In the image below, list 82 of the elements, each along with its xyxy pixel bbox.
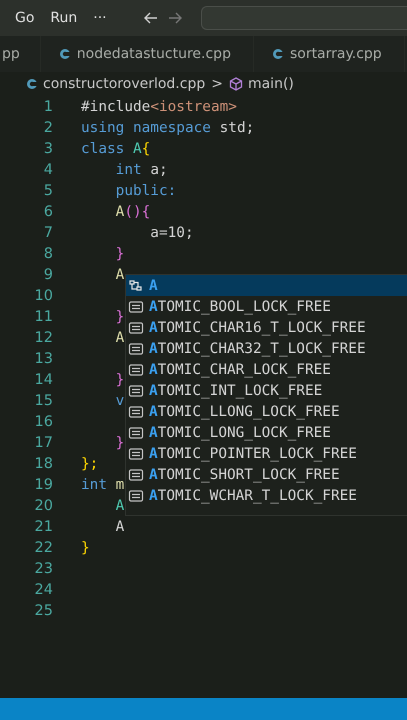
line-number: 9: [42, 266, 53, 282]
cube-icon: [228, 77, 243, 91]
line-number: 16: [34, 414, 53, 430]
code-line: class A{: [81, 140, 150, 156]
cpp-file-icon: [272, 48, 284, 60]
code-line: A: [114, 498, 124, 514]
cpp-file-icon: [26, 78, 38, 90]
class-icon: [128, 278, 144, 294]
constant-icon: [128, 382, 144, 398]
code-line: }: [114, 372, 124, 388]
line-number: 14: [34, 372, 53, 388]
line-number: 15: [34, 392, 53, 408]
line-number: 19: [34, 476, 53, 492]
constant-icon: [128, 466, 144, 482]
line-number: 7: [42, 224, 53, 240]
cpp-file-icon: [58, 48, 71, 60]
code-line: A: [114, 518, 124, 534]
line-number: 25: [34, 602, 53, 618]
line-number: 6: [42, 204, 53, 220]
line-number: 2: [42, 120, 53, 136]
suggestion-item[interactable]: ATOMIC_BOOL_LOCK_FREE: [126, 296, 407, 317]
breadcrumb-separator: >: [211, 76, 223, 92]
breadcrumb-file[interactable]: constructoroverlod.cpp: [43, 76, 206, 92]
line-number: 13: [34, 350, 53, 366]
code-line: int m: [81, 476, 124, 492]
line-number: 8: [42, 246, 53, 262]
line-number: 18: [34, 456, 53, 472]
suggestion-item[interactable]: A: [126, 275, 407, 296]
code-line: public:: [114, 182, 176, 198]
code-line: A(){: [114, 204, 150, 220]
code-line: #include<iostream>: [81, 98, 237, 114]
line-number: 1: [42, 98, 53, 114]
file-tab[interactable]: sortarray.cpp: [254, 36, 405, 72]
code-line: }: [114, 308, 124, 324]
file-tab[interactable]: pp: [0, 36, 41, 72]
code-line: }: [81, 540, 90, 556]
suggestion-item[interactable]: ATOMIC_CHAR_LOCK_FREE: [126, 359, 407, 380]
constant-icon: [128, 488, 144, 504]
code-line: A: [114, 330, 124, 346]
suggestion-item[interactable]: ATOMIC_LONG_LOCK_FREE: [126, 422, 407, 443]
menu-item[interactable]: Go: [15, 10, 34, 26]
back-arrow-icon[interactable]: [142, 10, 159, 26]
code-line: using namespace std;: [81, 120, 254, 136]
line-number: 4: [42, 162, 53, 178]
line-number: 24: [34, 582, 53, 598]
code-line: v: [114, 392, 124, 408]
constant-icon: [128, 404, 144, 420]
line-number: 11: [34, 308, 53, 324]
suggestion-item[interactable]: ATOMIC_INT_LOCK_FREE: [126, 380, 407, 401]
constant-icon: [128, 320, 144, 336]
constant-icon: [128, 340, 144, 356]
suggestion-item[interactable]: ATOMIC_POINTER_LOCK_FREE: [126, 443, 407, 464]
suggestion-item[interactable]: ATOMIC_WCHAR_T_LOCK_FREE: [126, 485, 407, 506]
line-number: 10: [34, 288, 53, 304]
line-number: 21: [34, 518, 53, 534]
constant-icon: [128, 424, 144, 440]
file-tab[interactable]: nodedatastucture.cpp: [40, 36, 254, 72]
line-number: 12: [34, 330, 53, 346]
suggestion-item[interactable]: ATOMIC_CHAR32_T_LOCK_FREE: [126, 338, 407, 359]
code-line: };: [81, 456, 98, 472]
constant-icon: [128, 446, 144, 462]
suggestion-item[interactable]: ATOMIC_SHORT_LOCK_FREE: [126, 464, 407, 485]
line-number: 5: [42, 182, 53, 198]
suggestion-item[interactable]: ATOMIC_LLONG_LOCK_FREE: [126, 401, 407, 422]
menu-item[interactable]: Run: [50, 10, 78, 26]
code-line: A: [114, 266, 124, 282]
search-field[interactable]: [200, 6, 407, 30]
breadcrumb-symbol[interactable]: main(): [248, 76, 294, 92]
line-number: 20: [34, 498, 53, 514]
code-line: }: [114, 434, 124, 450]
menu-item[interactable]: ···: [93, 10, 107, 26]
line-number: 3: [42, 140, 53, 156]
line-number: 23: [34, 560, 53, 576]
suggestion-item[interactable]: ATOMIC_CHAR16_T_LOCK_FREE: [126, 317, 407, 338]
constant-icon: [128, 362, 144, 378]
line-number: 17: [34, 434, 53, 450]
code-line: }: [114, 246, 124, 262]
code-line: a=10;: [149, 224, 194, 240]
code-line: int a;: [114, 162, 168, 178]
constant-icon: [128, 298, 144, 314]
forward-arrow-icon[interactable]: [166, 10, 183, 26]
line-number: 22: [34, 540, 53, 556]
